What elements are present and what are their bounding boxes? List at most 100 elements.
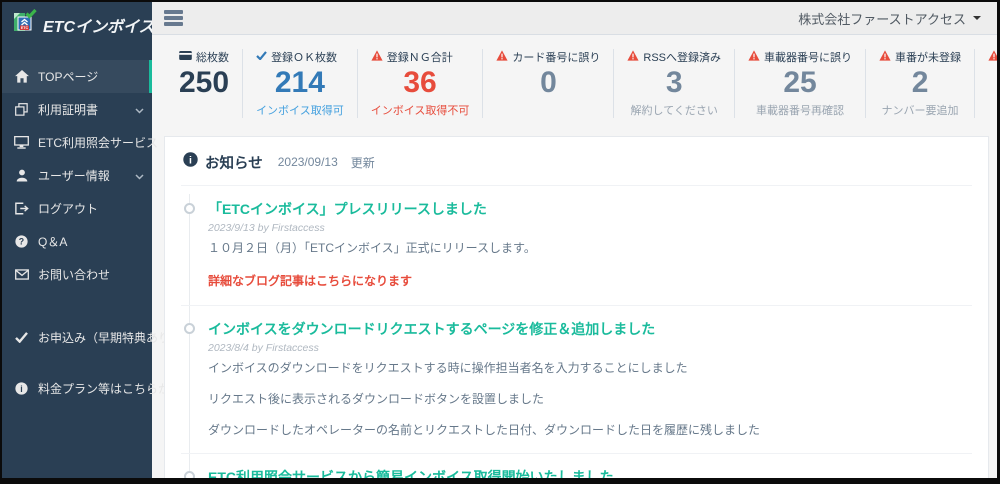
sidebar: ETC ETCインボイス TOPページ 利用証明書 ETC利用照会サービス ユー… bbox=[2, 2, 182, 478]
menu-toggle-icon[interactable] bbox=[162, 6, 185, 30]
sidebar-item-label: Q＆A bbox=[38, 235, 68, 249]
stat-value: 25 bbox=[783, 66, 817, 99]
warning-icon bbox=[988, 50, 997, 64]
stat-sublabel: インボイス取得不可 bbox=[370, 104, 470, 117]
svg-text:i: i bbox=[20, 384, 22, 394]
stat-label: 登録ＯＫ枚数 bbox=[271, 52, 338, 64]
stat-sublabel: 解約してください bbox=[630, 104, 718, 117]
sidebar-item-usage-certificate[interactable]: 利用証明書 bbox=[2, 93, 152, 126]
sidebar-item-label: ETC利用照会サービス bbox=[38, 136, 159, 150]
question-icon: ? bbox=[14, 235, 29, 248]
stat-value: 2 bbox=[911, 66, 929, 99]
check-icon bbox=[14, 332, 29, 343]
news-item: ETC利用照会サービスから簡易インボイス取得開始いたしました 2023/7/25… bbox=[181, 454, 972, 479]
warning-icon bbox=[371, 50, 383, 64]
news-timeline: 「ETCインボイス」プレスリリースしました 2023/9/13 by First… bbox=[181, 186, 972, 479]
sidebar-item-label: お問い合わせ bbox=[38, 268, 111, 282]
stat-value: 6 bbox=[988, 66, 997, 101]
top-navbar: 株式会社ファーストアクセス bbox=[152, 2, 997, 35]
user-icon bbox=[14, 169, 29, 182]
stat-sublabel: 請求対象外 bbox=[988, 102, 997, 118]
sidebar-item-contact[interactable]: お問い合わせ bbox=[2, 258, 152, 291]
caret-down-icon bbox=[973, 16, 981, 20]
news-item-paragraph: ダウンロードしたオペレーターの名前とリクエストした日付、ダウンロードした日を履歴… bbox=[208, 422, 761, 437]
sidebar-item-qa[interactable]: ? Q＆A bbox=[2, 225, 152, 258]
page-content: 総枚数 250 登録ＯＫ枚数 214 インボイス取得可 登録ＮＧ合計 36 イン… bbox=[152, 35, 997, 478]
chevron-down-icon bbox=[135, 103, 144, 117]
envelope-icon bbox=[14, 269, 29, 280]
stat-sublabel: 車載器番号再確認 bbox=[756, 104, 845, 117]
sidebar-item-top-page[interactable]: TOPページ bbox=[2, 60, 152, 93]
company-name: 株式会社ファーストアクセス bbox=[798, 11, 966, 27]
stat-label: 車載器番号に誤り bbox=[764, 52, 853, 64]
app-logo[interactable]: ETC ETCインボイス bbox=[2, 2, 155, 48]
sidebar-nav: TOPページ 利用証明書 ETC利用照会サービス ユーザー情報 ログアウト ? … bbox=[2, 48, 182, 405]
stat-label: 車番が未登録 bbox=[895, 52, 962, 64]
stat-plate-unregistered: 車番が未登録 2 ナンバー要追加 bbox=[866, 49, 976, 118]
copy-icon bbox=[14, 103, 29, 116]
news-item-paragraph: １０月２日（月）「ETCインボイス」正式にリリースします。 bbox=[208, 240, 536, 255]
sidebar-item-user-info[interactable]: ユーザー情報 bbox=[2, 159, 152, 192]
stat-registered-ng: 登録ＮＧ合計 36 インボイス取得不可 bbox=[358, 49, 484, 118]
stat-sublabel bbox=[496, 102, 600, 117]
timeline-dot-icon bbox=[184, 202, 195, 214]
news-item-date: 2023/9/13 by Firstaccess bbox=[208, 221, 325, 234]
news-item-paragraph: インボイスのダウンロードをリクエストする時に操作担当者名を入力することにしました bbox=[208, 360, 688, 375]
home-icon bbox=[14, 70, 29, 83]
news-panel: i お知らせ 2023/09/13 更新 「ETCインボイス」プレスリリースしま… bbox=[164, 135, 989, 479]
news-updated-date: 2023/09/13 bbox=[277, 155, 338, 169]
news-item-paragraph: リクエスト後に表示されるダウンロードボタンを設置しました bbox=[208, 391, 545, 406]
sidebar-item-label: ログアウト bbox=[38, 202, 99, 216]
main-area: 株式会社ファーストアクセス 総枚数 250 登録ＯＫ枚数 214 インボイス取得… bbox=[152, 2, 997, 478]
app-title: ETCインボイス bbox=[43, 19, 155, 36]
news-title: お知らせ bbox=[205, 155, 263, 172]
stat-label: カード番号に誤り bbox=[512, 52, 601, 64]
stat-value: 214 bbox=[274, 66, 325, 99]
stat-sublabel: ナンバー要追加 bbox=[881, 104, 959, 117]
sidebar-item-price-plan[interactable]: i 料金プラン等はこちらから bbox=[2, 372, 182, 405]
news-item-date: 2023/8/4 by Firstaccess bbox=[208, 341, 319, 354]
sidebar-item-etc-inquiry-service[interactable]: ETC利用照会サービス bbox=[2, 126, 176, 159]
sidebar-item-logout[interactable]: ログアウト bbox=[2, 192, 152, 225]
news-item-title[interactable]: 「ETCインボイス」プレスリリースしました bbox=[208, 199, 972, 219]
desktop-icon bbox=[14, 136, 29, 149]
warning-icon bbox=[879, 50, 891, 64]
check-icon bbox=[256, 51, 267, 63]
timeline-dot-icon bbox=[184, 322, 195, 334]
warning-icon bbox=[748, 50, 760, 64]
timeline-dot-icon bbox=[184, 470, 195, 478]
info-icon: i bbox=[183, 152, 198, 172]
stat-card-number-error: カード番号に誤り 0 bbox=[483, 49, 615, 118]
stat-sublabel bbox=[179, 102, 229, 117]
etc-invoice-logo-icon: ETC bbox=[10, 8, 37, 41]
news-updated-label: 更新 bbox=[350, 155, 375, 170]
stat-value: 36 bbox=[403, 66, 437, 99]
news-item-title[interactable]: インボイスをダウンロードリクエストするページを修正＆追加しました bbox=[208, 319, 972, 339]
stat-no-driving-data: 走行データ無し 6 請求対象外 bbox=[975, 49, 997, 118]
account-menu[interactable]: 株式会社ファーストアクセス bbox=[798, 9, 981, 28]
stat-label: 登録ＮＧ合計 bbox=[386, 52, 453, 64]
app-window: ETC ETCインボイス TOPページ 利用証明書 ETC利用照会サービス ユー… bbox=[0, 0, 1000, 484]
stat-rss-registered: RSSへ登録済み 3 解約してください bbox=[614, 49, 736, 118]
warning-icon bbox=[627, 50, 639, 64]
logout-icon bbox=[14, 202, 29, 215]
info-icon: i bbox=[14, 382, 29, 395]
svg-text:?: ? bbox=[19, 237, 24, 247]
stat-value: 3 bbox=[665, 66, 683, 99]
news-item: 「ETCインボイス」プレスリリースしました 2023/9/13 by First… bbox=[181, 186, 972, 306]
news-item-title[interactable]: ETC利用照会サービスから簡易インボイス取得開始いたしました bbox=[208, 467, 972, 479]
svg-text:i: i bbox=[189, 154, 192, 166]
stat-label: RSSへ登録済み bbox=[643, 52, 722, 64]
stat-label: 総枚数 bbox=[196, 52, 229, 64]
stat-device-number-error: 車載器番号に誤り 25 車載器番号再確認 bbox=[735, 49, 867, 118]
stat-registered-ok: 登録ＯＫ枚数 214 インボイス取得可 bbox=[243, 49, 358, 118]
stat-total-count: 総枚数 250 bbox=[166, 49, 244, 118]
sidebar-item-label: 利用証明書 bbox=[38, 103, 99, 117]
chevron-down-icon bbox=[135, 169, 144, 183]
card-icon bbox=[179, 51, 192, 63]
news-item-blog-link[interactable]: 詳細なブログ記事はこちらになります bbox=[208, 272, 412, 289]
news-panel-header: i お知らせ 2023/09/13 更新 bbox=[181, 149, 972, 186]
stats-row: 総枚数 250 登録ＯＫ枚数 214 インボイス取得可 登録ＮＧ合計 36 イン… bbox=[166, 49, 997, 118]
sidebar-item-label: ユーザー情報 bbox=[38, 169, 110, 183]
sidebar-item-apply[interactable]: お申込み（早期特典あり） bbox=[2, 321, 182, 354]
